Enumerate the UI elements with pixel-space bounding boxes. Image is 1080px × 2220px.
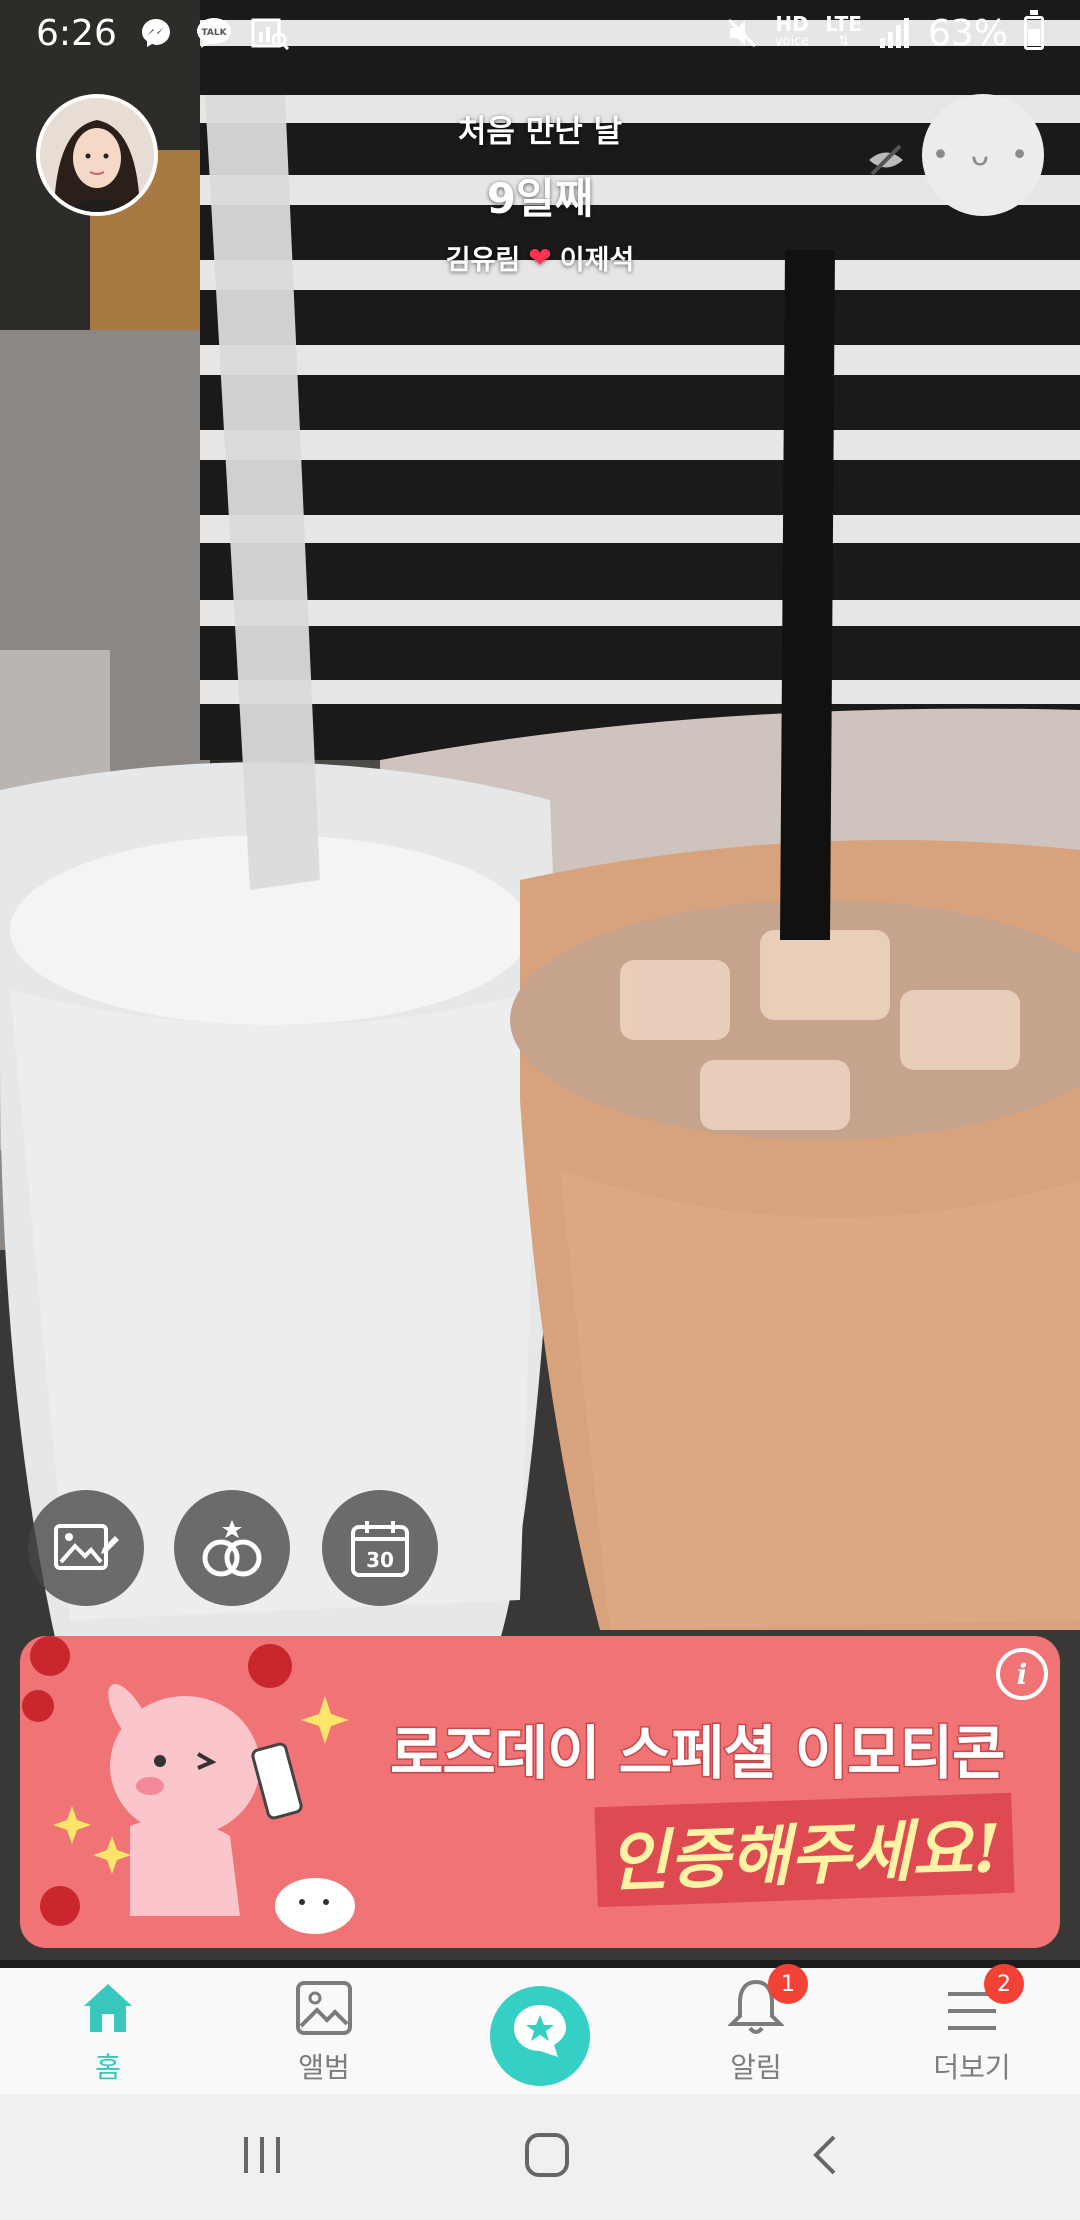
name-right: 이제석 (559, 245, 635, 276)
nav-more[interactable]: 2 더보기 (864, 1964, 1080, 2094)
home-system-icon[interactable] (524, 2132, 570, 2182)
clock: 6:26 (36, 12, 117, 54)
star-chat-icon (514, 2005, 566, 2057)
center-action-button[interactable] (490, 1986, 590, 2086)
bottom-navigation: 홈 앨범 1 알림 2 더보기 (0, 1964, 1080, 2094)
signal-icon (878, 16, 912, 50)
anniversary-rings-button[interactable] (174, 1490, 290, 1606)
nav-notifications[interactable]: 1 알림 (648, 1964, 864, 2094)
nav-home[interactable]: 홈 (0, 1968, 216, 2094)
heart-icon: ❤ (528, 241, 552, 274)
day-count[interactable]: 9일째 (340, 165, 740, 226)
album-icon (296, 1981, 352, 2035)
kakaotalk-icon: TALK (195, 16, 231, 50)
nav-album-label: 앨범 (298, 2051, 350, 2084)
mute-icon (725, 16, 759, 50)
messenger-icon (139, 16, 173, 50)
system-navigation-bar (0, 2094, 1080, 2220)
edit-background-button[interactable] (28, 1490, 144, 1606)
svg-text:TALK: TALK (201, 28, 227, 38)
nav-center-action[interactable] (432, 1968, 648, 2094)
name-left: 김유림 (445, 245, 521, 276)
recent-apps-icon[interactable] (240, 2135, 284, 2179)
rings-icon (202, 1520, 262, 1577)
my-profile-avatar[interactable] (36, 94, 158, 216)
promo-banner[interactable]: i 로즈데이 스페셜 이모티콘 인증해주세요! (20, 1636, 1060, 1948)
calendar-button[interactable]: 30 (322, 1490, 438, 1606)
svg-text:30: 30 (366, 1548, 394, 1572)
edit-image-icon (54, 1524, 119, 1570)
hide-eye-icon[interactable] (866, 140, 906, 180)
lte-indicator: LTE ⇅ (825, 12, 862, 49)
data-usage-icon (251, 16, 289, 51)
banner-subtitle: 인증해주세요! (594, 1792, 1015, 1908)
more-badge: 2 (984, 1964, 1024, 2004)
couple-names: 김유림 ❤ 이제석 (340, 238, 740, 277)
home-icon (84, 1984, 132, 2032)
calendar-icon: 30 (351, 1521, 409, 1577)
status-bar: 6:26 TALK HD voice LTE ⇅ 63% (0, 0, 1080, 66)
anniversary-label: 처음 만난 날 (457, 114, 623, 150)
mascot-illustration (22, 1636, 355, 1934)
nav-more-label: 더보기 (933, 2051, 1011, 2084)
battery-icon (1024, 10, 1044, 50)
nav-album[interactable]: 앨범 (216, 1968, 432, 2094)
nav-home-label: 홈 (95, 2051, 121, 2084)
hd-voice-indicator: HD voice (774, 12, 810, 49)
info-icon[interactable]: i (996, 1648, 1048, 1700)
nav-notifications-label: 알림 (730, 2051, 782, 2084)
banner-title: 로즈데이 스페셜 이모티콘 (388, 1718, 1006, 1789)
couple-header: 처음 만난 날 9일째 김유림 ❤ 이제석 (340, 106, 740, 277)
notification-badge: 1 (768, 1964, 808, 2004)
battery-percent: 63% (927, 12, 1008, 54)
partner-profile-avatar[interactable]: • ᴗ • (922, 94, 1044, 216)
back-icon[interactable] (810, 2133, 840, 2181)
